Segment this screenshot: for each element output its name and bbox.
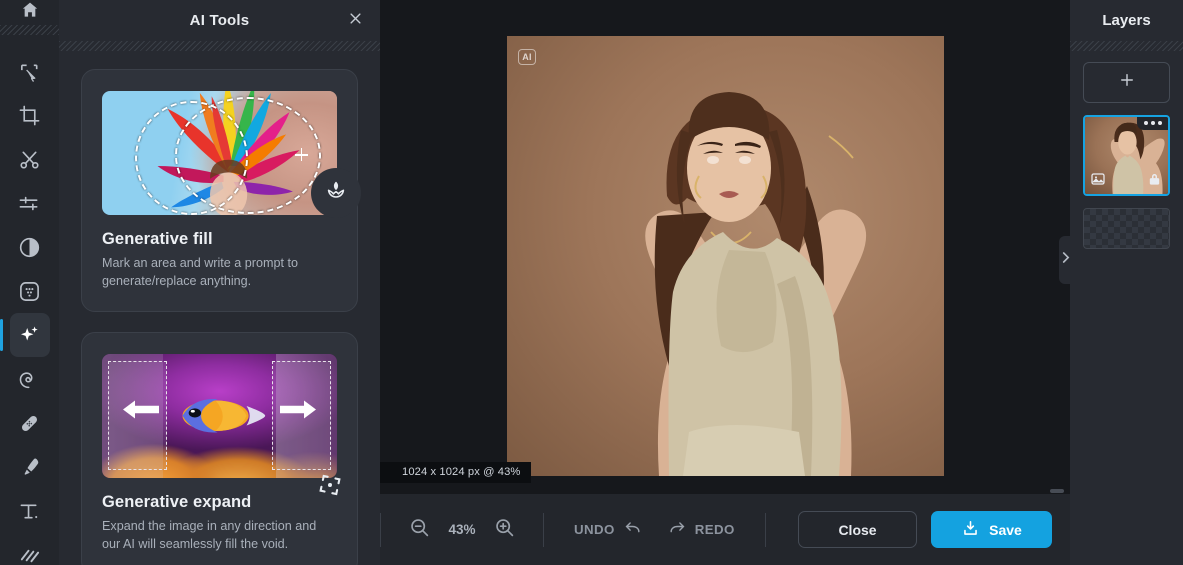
home-icon	[20, 0, 40, 25]
ai-watermark-badge: AI	[518, 49, 536, 65]
chevron-right-icon	[1061, 251, 1070, 269]
layers-list	[1070, 51, 1183, 249]
generative-expand-thumbnail	[102, 353, 337, 478]
redo-button[interactable]: REDO	[668, 519, 735, 541]
zoom-controls: 43%	[381, 517, 543, 543]
layer-lock-button[interactable]	[1146, 173, 1163, 190]
sidebar-item-heal[interactable]	[10, 401, 50, 445]
workspace: AI 1024 x 1024 px @ 43% 43% UNDO REDO Cl…	[380, 0, 1070, 565]
card-title: Generative fill	[102, 230, 213, 248]
add-layer-button[interactable]	[1083, 62, 1170, 103]
card-title: Generative expand	[102, 492, 252, 511]
generative-expand-badge	[305, 463, 355, 513]
history-controls: UNDO REDO	[544, 519, 765, 541]
sidebar-item-pattern[interactable]	[10, 533, 50, 565]
card-description: Mark an area and write a prompt to gener…	[102, 256, 298, 288]
contrast-icon	[18, 236, 41, 259]
undo-arrow-icon	[623, 519, 642, 541]
sidebar-item-text[interactable]	[10, 489, 50, 533]
zoom-level-value: 43%	[448, 522, 476, 537]
spiral-icon	[18, 368, 41, 391]
left-toolbar	[0, 0, 59, 565]
ai-tools-panel: AI Tools Generative fill Mark an area an…	[59, 0, 380, 565]
bottom-toolbar: 43% UNDO REDO Close Save	[380, 494, 1070, 565]
bandage-icon	[18, 412, 41, 435]
image-icon	[1090, 171, 1106, 192]
sidebar-item-crop[interactable]	[10, 93, 50, 137]
card-generative-expand[interactable]: Generative expand Expand the image in an…	[81, 331, 358, 565]
toolbar-divider	[0, 25, 59, 35]
redo-label: REDO	[694, 522, 735, 537]
card-description: Expand the image in any direction and ou…	[102, 518, 317, 551]
lock-icon	[1147, 171, 1162, 192]
tool-list	[0, 35, 59, 565]
plus-icon	[1118, 71, 1136, 94]
zoom-in-button[interactable]	[494, 517, 515, 543]
sparkle-icon	[18, 324, 41, 347]
canvas-status-text: 1024 x 1024 px @ 43%	[380, 462, 532, 483]
canvas-image[interactable]: AI	[507, 36, 944, 476]
grain-icon	[18, 280, 41, 303]
brush-icon	[18, 456, 41, 479]
cursor-select-icon	[18, 60, 41, 83]
sliders-icon	[18, 192, 41, 215]
sidebar-item-texture[interactable]	[10, 269, 50, 313]
layer-type-button[interactable]	[1089, 173, 1106, 190]
text-icon	[18, 500, 41, 523]
list-item[interactable]	[1083, 208, 1170, 249]
panel-body: Generative fill Mark an area and write a…	[59, 51, 380, 565]
expand-arrow-right-icon	[279, 399, 316, 426]
scissors-icon	[18, 148, 41, 171]
crosshair-icon	[294, 148, 308, 162]
close-button[interactable]: Close	[798, 511, 917, 548]
card-generative-fill[interactable]: Generative fill Mark an area and write a…	[81, 69, 361, 312]
crop-icon	[18, 104, 41, 127]
generative-fill-thumbnail	[102, 91, 337, 215]
panel-divider	[59, 41, 380, 51]
canvas-area[interactable]: AI 1024 x 1024 px @ 43%	[380, 0, 1070, 494]
layers-divider	[1070, 41, 1183, 51]
zoom-out-button[interactable]	[409, 517, 430, 543]
layer-menu-button[interactable]	[1137, 117, 1168, 130]
list-item[interactable]	[1083, 115, 1170, 196]
close-panel-button[interactable]	[344, 10, 366, 32]
sidebar-item-liquify[interactable]	[10, 357, 50, 401]
save-button[interactable]: Save	[931, 511, 1052, 548]
page-title: AI Tools	[189, 12, 250, 29]
hatch-icon	[18, 544, 41, 565]
more-dots-icon	[1144, 121, 1162, 125]
selection-marquee-secondary	[134, 100, 248, 215]
sidebar-item-adjust[interactable]	[10, 181, 50, 225]
close-icon	[348, 11, 363, 31]
undo-button[interactable]: UNDO	[574, 519, 642, 541]
sidebar-item-cut[interactable]	[10, 137, 50, 181]
sidebar-item-select[interactable]	[10, 49, 50, 93]
layers-panel: Layers	[1059, 0, 1183, 565]
sidebar-item-brush[interactable]	[10, 445, 50, 489]
redo-arrow-icon	[668, 519, 687, 541]
sidebar-item-contrast[interactable]	[10, 225, 50, 269]
expand-arrow-left-icon	[123, 399, 160, 426]
collapse-layers-button[interactable]	[1059, 236, 1072, 284]
save-label: Save	[989, 521, 1022, 538]
divider	[764, 512, 766, 547]
home-button[interactable]	[0, 0, 59, 25]
undo-label: UNDO	[574, 522, 615, 537]
generative-fill-badge	[311, 168, 361, 218]
layers-title: Layers	[1102, 12, 1151, 29]
panel-header: AI Tools	[59, 0, 380, 41]
expand-frame-icon	[318, 473, 342, 502]
photo-editor-app: AI Tools Generative fill Mark an area an…	[0, 0, 1183, 565]
save-download-icon	[961, 519, 980, 541]
sidebar-item-ai-tools[interactable]	[0, 313, 50, 357]
layers-header: Layers	[1070, 0, 1183, 41]
lotus-icon	[324, 179, 348, 208]
